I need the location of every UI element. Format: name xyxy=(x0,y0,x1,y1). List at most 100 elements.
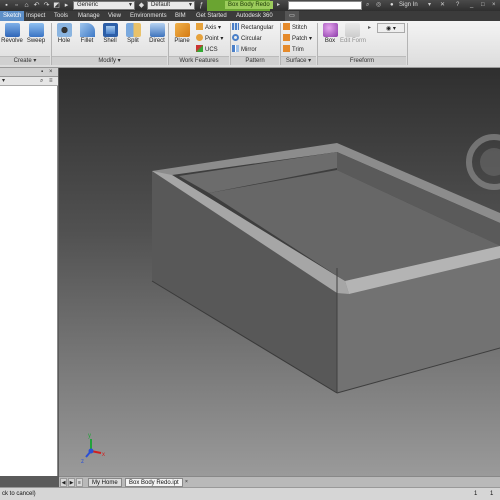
fx-icon[interactable]: ƒ xyxy=(197,1,206,10)
tab-manage[interactable]: Manage xyxy=(78,11,100,21)
browser-close-icon[interactable]: × xyxy=(49,68,53,77)
help-icon[interactable]: ▸ xyxy=(277,1,280,10)
help-search-input[interactable] xyxy=(288,1,362,10)
browser-menu-icon[interactable]: ▪ xyxy=(41,68,43,77)
axis-icon xyxy=(196,23,203,30)
tab-get-started[interactable]: Get Started xyxy=(196,11,227,21)
tab-environments[interactable]: Environments xyxy=(130,11,167,21)
view-cube[interactable] xyxy=(466,134,500,190)
tab-my-home[interactable]: My Home xyxy=(88,478,122,487)
exchange-icon[interactable]: ✕ xyxy=(440,1,445,10)
plane-button[interactable]: Plane xyxy=(170,23,194,45)
ucs-label: UCS xyxy=(205,47,218,53)
panel-toggle-icon[interactable]: ▭ xyxy=(285,11,299,21)
stitch-label: Stitch xyxy=(292,25,308,31)
rectangular-label: Rectangular xyxy=(241,25,274,31)
edit-form-label: Edit Form xyxy=(340,38,367,44)
browser-filter-icon[interactable]: ▾ xyxy=(2,77,5,86)
update-icon[interactable]: ◩ xyxy=(52,1,61,10)
status-count-2: 1 xyxy=(490,491,494,497)
circular-pattern-button[interactable]: Circular xyxy=(232,34,262,44)
save-icon[interactable]: ▪ xyxy=(2,1,11,10)
pattern-panel-title: Pattern xyxy=(245,58,265,64)
mirror-button[interactable]: Mirror xyxy=(232,45,257,55)
sign-in-link[interactable]: Sign In xyxy=(399,1,418,10)
stitch-button[interactable]: Stitch xyxy=(283,23,307,33)
cube-center xyxy=(480,148,500,176)
shelled-box-model[interactable] xyxy=(151,143,500,394)
browser-list-icon[interactable]: ≡ xyxy=(49,77,53,86)
freeform-box-button[interactable]: Box xyxy=(318,23,342,45)
model-canvas[interactable]: y x z xyxy=(59,68,500,476)
patch-button[interactable]: Patch ▾ xyxy=(283,34,312,44)
tab-autodesk-360[interactable]: Autodesk 360 xyxy=(236,11,273,21)
work-features-panel-label: Work Features xyxy=(169,56,229,65)
appearance-dropdown[interactable]: Generic ▼ xyxy=(73,1,135,10)
title-bar: ▪ ▫ ⌂ ↶ ↷ ◩ ▸ Generic ▼ ◆ Default ▼ ƒ Bo… xyxy=(0,0,500,11)
direct-button[interactable]: Direct xyxy=(145,23,169,45)
sweep-label: Sweep xyxy=(26,38,46,44)
surface-panel-title: Surface xyxy=(285,58,307,64)
freeform-more-icon[interactable]: ▸ xyxy=(368,23,371,33)
tab-close-icon[interactable]: × xyxy=(183,478,190,487)
divider xyxy=(407,23,408,65)
tab-scroll-right-icon[interactable]: ▶ xyxy=(68,478,75,487)
binoculars-icon[interactable]: ◎ xyxy=(376,1,381,10)
point-button[interactable]: Point ▾ xyxy=(196,34,223,44)
sweep-button[interactable]: Sweep xyxy=(24,23,48,45)
direct-icon xyxy=(149,23,165,37)
y-axis-label: y xyxy=(88,433,91,439)
material-value: Default xyxy=(151,2,171,8)
trim-label: Trim xyxy=(292,47,304,53)
rectangular-pattern-button[interactable]: Rectangular xyxy=(232,23,273,33)
tab-tools[interactable]: Tools xyxy=(54,11,68,21)
material-icon: ◆ xyxy=(138,2,145,9)
home-icon[interactable]: ⌂ xyxy=(22,1,31,10)
new-icon[interactable]: ▫ xyxy=(12,1,21,10)
axis-label: Axis xyxy=(205,25,217,31)
tab-sketch[interactable]: Sketch xyxy=(0,11,25,21)
close-icon[interactable]: × xyxy=(492,1,496,10)
maximize-icon[interactable]: □ xyxy=(481,1,485,10)
redo-icon[interactable]: ↷ xyxy=(42,1,51,10)
shell-button[interactable]: Shell xyxy=(98,23,122,45)
fillet-button[interactable]: Fillet xyxy=(75,23,99,45)
search-icon[interactable]: ⌕ xyxy=(366,1,369,10)
split-button[interactable]: Split xyxy=(121,23,145,45)
hole-button[interactable]: Hole xyxy=(52,23,76,45)
material-dropdown[interactable]: Default ▼ xyxy=(147,1,195,10)
circular-pattern-icon xyxy=(232,34,239,41)
edit-form-button[interactable]: Edit Form xyxy=(340,23,367,45)
fillet-icon xyxy=(79,23,95,37)
tab-list-icon[interactable]: ≡ xyxy=(76,478,83,487)
z-axis-label: z xyxy=(81,459,84,465)
create-panel-label[interactable]: Create ▾ xyxy=(0,56,50,65)
browser-search-icon[interactable]: ⌕ xyxy=(40,77,43,86)
modify-panel-label[interactable]: Modify ▾ xyxy=(52,56,167,65)
ucs-button[interactable]: UCS xyxy=(196,45,218,55)
tab-view[interactable]: View xyxy=(108,11,121,21)
select-icon[interactable]: ▸ xyxy=(62,1,71,10)
pattern-panel-label: Pattern xyxy=(231,56,279,65)
axis-origin xyxy=(88,448,94,454)
chevron-down-icon: ▼ xyxy=(128,2,133,8)
appearance-value: Generic xyxy=(77,2,99,8)
create-panel-title: Create xyxy=(13,58,32,64)
graphics-viewport[interactable]: y x z xyxy=(59,68,500,476)
tab-box-body-redo[interactable]: Box Body Redo.ipt xyxy=(125,478,183,487)
undo-icon[interactable]: ↶ xyxy=(32,1,41,10)
trim-button[interactable]: Trim xyxy=(283,45,304,55)
axis-button[interactable]: Axis ▾ xyxy=(196,23,221,33)
browser-header: ▪ × xyxy=(0,68,58,77)
revolve-button[interactable]: Revolve xyxy=(0,23,24,45)
split-label: Split xyxy=(127,38,139,44)
tab-scroll-left-icon[interactable]: ◀ xyxy=(60,478,67,487)
minimize-icon[interactable]: _ xyxy=(470,1,473,10)
dropdown-icon[interactable]: ▾ xyxy=(428,1,431,10)
tab-bim[interactable]: BIM xyxy=(175,11,186,21)
surface-panel-label[interactable]: Surface ▾ xyxy=(281,56,316,65)
work-features-panel-title: Work Features xyxy=(179,58,219,64)
ribbon-options-button[interactable]: ◉ ▾ xyxy=(377,23,405,33)
help-circle-icon[interactable]: ? xyxy=(456,1,459,10)
tab-inspect[interactable]: Inspect xyxy=(26,11,45,21)
